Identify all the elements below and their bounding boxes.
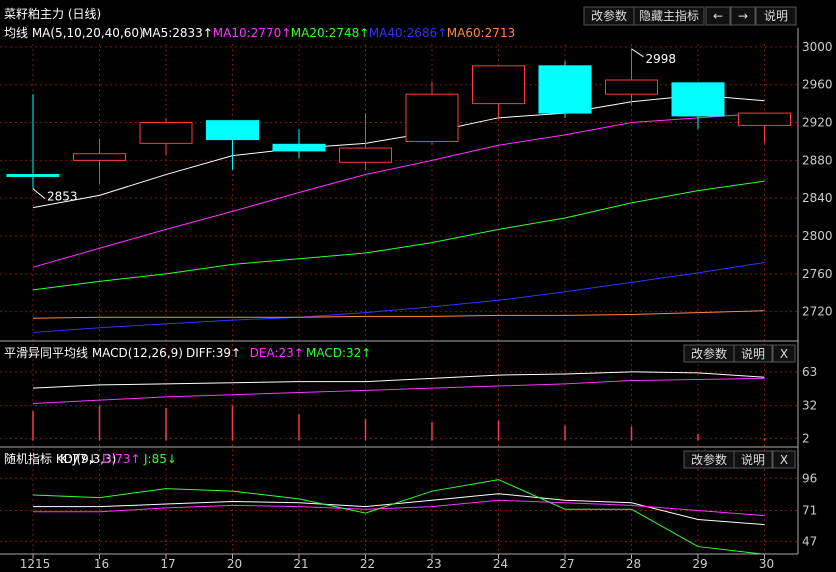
- high-price-label: 2998: [646, 52, 677, 66]
- candle-up: [73, 153, 126, 161]
- svg-text:说明: 说明: [741, 346, 765, 361]
- low-price-label: 2853: [47, 190, 78, 204]
- macd-panel-title: 平滑异同平均线 MACD(12,26,9): [4, 346, 183, 360]
- price-panel-title: 均线 MA(5,10,20,40,60): [4, 26, 144, 40]
- candle-up: [405, 93, 459, 142]
- kdj-legend-item: J:85↓: [143, 452, 177, 466]
- price-tick-label: 2960: [802, 78, 833, 92]
- price-tick-label: 2920: [802, 116, 833, 130]
- kline-chart: 菜籽粕主力 (日线) 改参数 隐藏主指标 ← → 说明 均线 MA(5,10,2…: [0, 6, 833, 571]
- macd-legend: DIFF:39↑ DEA:23↑ MACD:32↑: [186, 346, 371, 360]
- price-tick-label: 2840: [802, 191, 833, 205]
- macd-change-params-button[interactable]: 改参数: [683, 344, 735, 363]
- ma-legend-item: MA10:2770↑: [213, 26, 291, 40]
- price-tick-label: 2800: [802, 229, 833, 243]
- svg-text:隐藏主指标: 隐藏主指标: [639, 8, 699, 23]
- arrow-left-icon: ←: [713, 9, 723, 23]
- macd-tick-label: 32: [802, 399, 817, 413]
- candle-down: [206, 120, 259, 141]
- candle-up: [605, 79, 658, 95]
- kdj-legend: K:77↓ D:73↑ J:85↓: [60, 452, 177, 466]
- macd-legend-item: DEA:23↑: [250, 346, 304, 360]
- kdj-legend-item: D:73↑: [102, 452, 141, 466]
- svg-text:改参数: 改参数: [591, 8, 627, 23]
- date-tick-label: 20: [227, 557, 242, 571]
- low-marker: [32, 188, 46, 200]
- date-axis: 1215 16 17 20 21 22 23 24 27 28 29 30: [20, 554, 774, 571]
- price-tick-label: 3000: [802, 40, 833, 54]
- date-tick-label: 29: [692, 557, 707, 571]
- ma-legend-item: MA60:2713: [447, 26, 515, 40]
- price-tick-label: 2880: [802, 153, 833, 167]
- scroll-left-button[interactable]: ←: [705, 6, 731, 26]
- macd-close-button[interactable]: X: [772, 344, 796, 363]
- date-tick-label: 23: [426, 557, 441, 571]
- candle-up: [738, 112, 791, 126]
- change-params-button[interactable]: 改参数: [583, 6, 635, 26]
- candle-up: [339, 147, 392, 163]
- kdj-tick-label: 71: [802, 504, 817, 518]
- kdj-close-button[interactable]: X: [772, 450, 796, 469]
- candle-down: [6, 174, 60, 177]
- date-tick-label: 28: [626, 557, 641, 571]
- date-tick-label: 24: [493, 557, 508, 571]
- ma-legend-item: MA20:2748↑: [291, 26, 369, 40]
- candle-up: [472, 65, 525, 105]
- close-icon: X: [780, 453, 788, 467]
- scroll-right-button[interactable]: →: [730, 6, 756, 26]
- date-tick-label: 1215: [20, 557, 51, 571]
- date-tick-label: 21: [293, 557, 308, 571]
- macd-tick-label: 2: [802, 431, 810, 445]
- ma-line-ma60: [32, 310, 765, 319]
- date-tick-label: 22: [360, 557, 375, 571]
- arrow-right-icon: →: [738, 9, 748, 23]
- macd-legend-item: DIFF:39↑: [186, 346, 241, 360]
- candle-down: [671, 82, 725, 117]
- kdj-change-params-button[interactable]: 改参数: [683, 450, 735, 469]
- ma-legend: MA5:2833↑ MA10:2770↑ MA20:2748↑ MA40:2686↑ M…: [142, 26, 515, 40]
- kdj-explain-button[interactable]: 说明: [733, 450, 773, 469]
- candle-down: [538, 65, 592, 114]
- price-tick-label: 2760: [802, 267, 833, 281]
- macd-legend-item: MACD:32↑: [306, 346, 371, 360]
- svg-text:改参数: 改参数: [691, 346, 727, 361]
- svg-text:改参数: 改参数: [691, 452, 727, 467]
- date-tick-label: 16: [94, 557, 109, 571]
- macd-panel: 平滑异同平均线 MACD(12,26,9) DIFF:39↑ DEA:23↑ MAC…: [0, 344, 817, 445]
- candle-up: [139, 122, 193, 144]
- kdj-panel: 随机指标 KDJ(9,3,3) K:77↓ D:73↑ J:85↓ 改参数 说明 X…: [0, 450, 817, 555]
- macd-explain-button[interactable]: 说明: [733, 344, 773, 363]
- kdj-tick-label: 96: [802, 471, 817, 485]
- kdj-j-line: [32, 479, 765, 555]
- candle-down: [272, 143, 326, 152]
- date-tick-label: 17: [160, 557, 175, 571]
- kdj-legend-item: K:77↓: [60, 452, 97, 466]
- hide-main-indicator-button[interactable]: 隐藏主指标: [633, 6, 705, 26]
- svg-text:说明: 说明: [764, 8, 788, 23]
- ma-line-ma40: [32, 261, 765, 333]
- close-icon: X: [780, 347, 788, 361]
- date-tick-label: 27: [559, 557, 574, 571]
- macd-tick-label: 63: [802, 365, 817, 379]
- price-panel: 均线 MA(5,10,20,40,60) MA5:2833↑ MA10:2770↑…: [0, 26, 833, 554]
- ma-line-ma5: [32, 94, 765, 209]
- main-explain-button[interactable]: 说明: [755, 6, 797, 26]
- kdj-tick-label: 47: [802, 534, 817, 548]
- price-tick-label: 2720: [802, 305, 833, 319]
- svg-text:说明: 说明: [741, 452, 765, 467]
- high-marker: [631, 48, 644, 58]
- macd-dea-line: [32, 377, 765, 404]
- ma-legend-item: MA5:2833↑: [142, 26, 213, 40]
- ma-legend-item: MA40:2686↑: [369, 26, 447, 40]
- window-title: 菜籽粕主力 (日线): [4, 6, 101, 21]
- date-tick-label: 30: [759, 557, 774, 571]
